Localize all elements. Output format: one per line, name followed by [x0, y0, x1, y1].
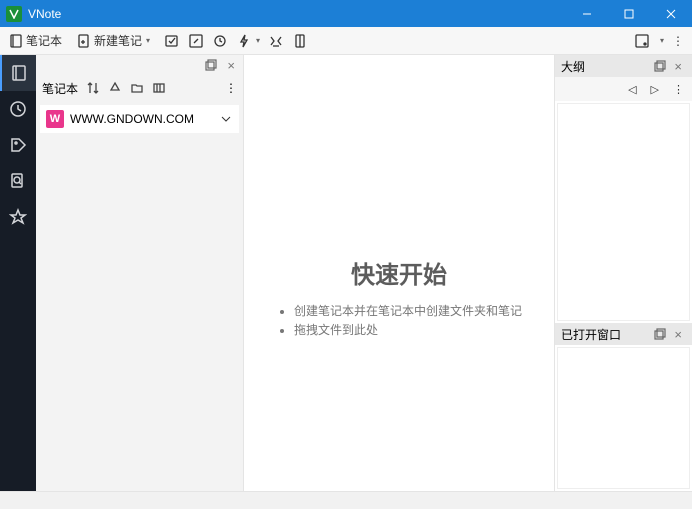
opened-close-icon[interactable]: × — [670, 327, 686, 342]
checkbox-tool-icon[interactable] — [160, 31, 184, 51]
outline-title: 大纲 — [561, 58, 585, 75]
restore-icon[interactable] — [654, 328, 666, 340]
notebook-sidebar: × 笔记本 ⋮ W WWW.GNDOWN.COM — [36, 55, 244, 491]
restore-icon[interactable] — [205, 59, 217, 71]
notebook-toolbar: 笔记本 ⋮ — [36, 75, 243, 101]
sort-icon[interactable] — [86, 81, 100, 95]
notebook-button[interactable]: 笔记本 — [4, 30, 66, 51]
edit-tool-icon[interactable] — [184, 31, 208, 51]
status-bar — [0, 491, 692, 509]
notebook-label: 笔记本 — [26, 32, 62, 49]
book-tool-icon[interactable] — [288, 31, 312, 51]
opened-title: 已打开窗口 — [561, 326, 621, 343]
flash-tool-icon[interactable]: ▾ — [232, 31, 264, 51]
right-panels: 大纲 × ◁ ▷ ⋮ 已打开窗口 × — [554, 55, 692, 491]
notebook-more-icon[interactable]: ⋮ — [225, 81, 237, 95]
app-logo-icon — [6, 6, 22, 22]
new-note-button[interactable]: 新建笔记 ▾ — [72, 30, 154, 51]
snippet-tool-icon[interactable] — [264, 31, 288, 51]
activity-notebook-icon[interactable] — [0, 55, 36, 91]
quickstart-heading: 快速开始 — [351, 255, 447, 290]
window-titlebar: VNote — [0, 0, 692, 27]
chevron-down-icon: ▾ — [256, 36, 260, 45]
notebook-bar-label: 笔记本 — [42, 80, 78, 97]
recycle-icon[interactable] — [108, 81, 122, 95]
close-button[interactable] — [650, 0, 692, 27]
outline-more-icon[interactable]: ⋮ — [673, 83, 684, 96]
activity-snippet-icon[interactable] — [0, 199, 36, 235]
chevron-down-icon[interactable] — [219, 112, 233, 126]
notebook-badge: W — [46, 110, 64, 128]
outline-next-icon[interactable]: ▷ — [651, 83, 659, 96]
minimize-button[interactable] — [566, 0, 608, 27]
expand-tool-icon[interactable] — [630, 31, 654, 51]
window-title: VNote — [28, 7, 566, 21]
chevron-down-icon: ▾ — [146, 36, 150, 45]
main-toolbar: 笔记本 新建笔记 ▾ ▾ ▾ ⋮ — [0, 27, 692, 55]
outline-prev-icon[interactable]: ◁ — [628, 83, 636, 96]
activity-search-icon[interactable] — [0, 163, 36, 199]
columns-icon[interactable] — [152, 81, 166, 95]
outline-close-icon[interactable]: × — [670, 59, 686, 74]
outline-panel: 大纲 × ◁ ▷ ⋮ — [555, 55, 692, 323]
refresh-tool-icon[interactable] — [208, 31, 232, 51]
maximize-button[interactable] — [608, 0, 650, 27]
restore-icon[interactable] — [654, 60, 666, 72]
activity-bar — [0, 55, 36, 491]
toolbar-more-icon[interactable]: ▾ — [654, 34, 668, 47]
main-area: × 笔记本 ⋮ W WWW.GNDOWN.COM 快速开始 创建笔记本并在笔记本… — [0, 55, 692, 491]
activity-tag-icon[interactable] — [0, 127, 36, 163]
outline-body — [557, 103, 690, 321]
opened-body — [557, 347, 690, 489]
toolbar-menu-icon[interactable]: ⋮ — [668, 32, 688, 50]
activity-history-icon[interactable] — [0, 91, 36, 127]
new-note-label: 新建笔记 — [94, 32, 142, 49]
quickstart-list: 创建笔记本并在笔记本中创建文件夹和笔记 拖拽文件到此处 — [276, 302, 522, 340]
notebook-item-name: WWW.GNDOWN.COM — [70, 112, 213, 126]
opened-panel: 已打开窗口 × — [555, 323, 692, 491]
editor-area: 快速开始 创建笔记本并在笔记本中创建文件夹和笔记 拖拽文件到此处 — [244, 55, 554, 491]
quickstart-item: 创建笔记本并在笔记本中创建文件夹和笔记 — [294, 302, 522, 319]
sidebar-header: × — [36, 55, 243, 75]
quickstart-item: 拖拽文件到此处 — [294, 321, 522, 338]
sidebar-close-icon[interactable]: × — [223, 58, 239, 73]
folder-icon[interactable] — [130, 81, 144, 95]
notebook-item[interactable]: W WWW.GNDOWN.COM — [40, 105, 239, 133]
